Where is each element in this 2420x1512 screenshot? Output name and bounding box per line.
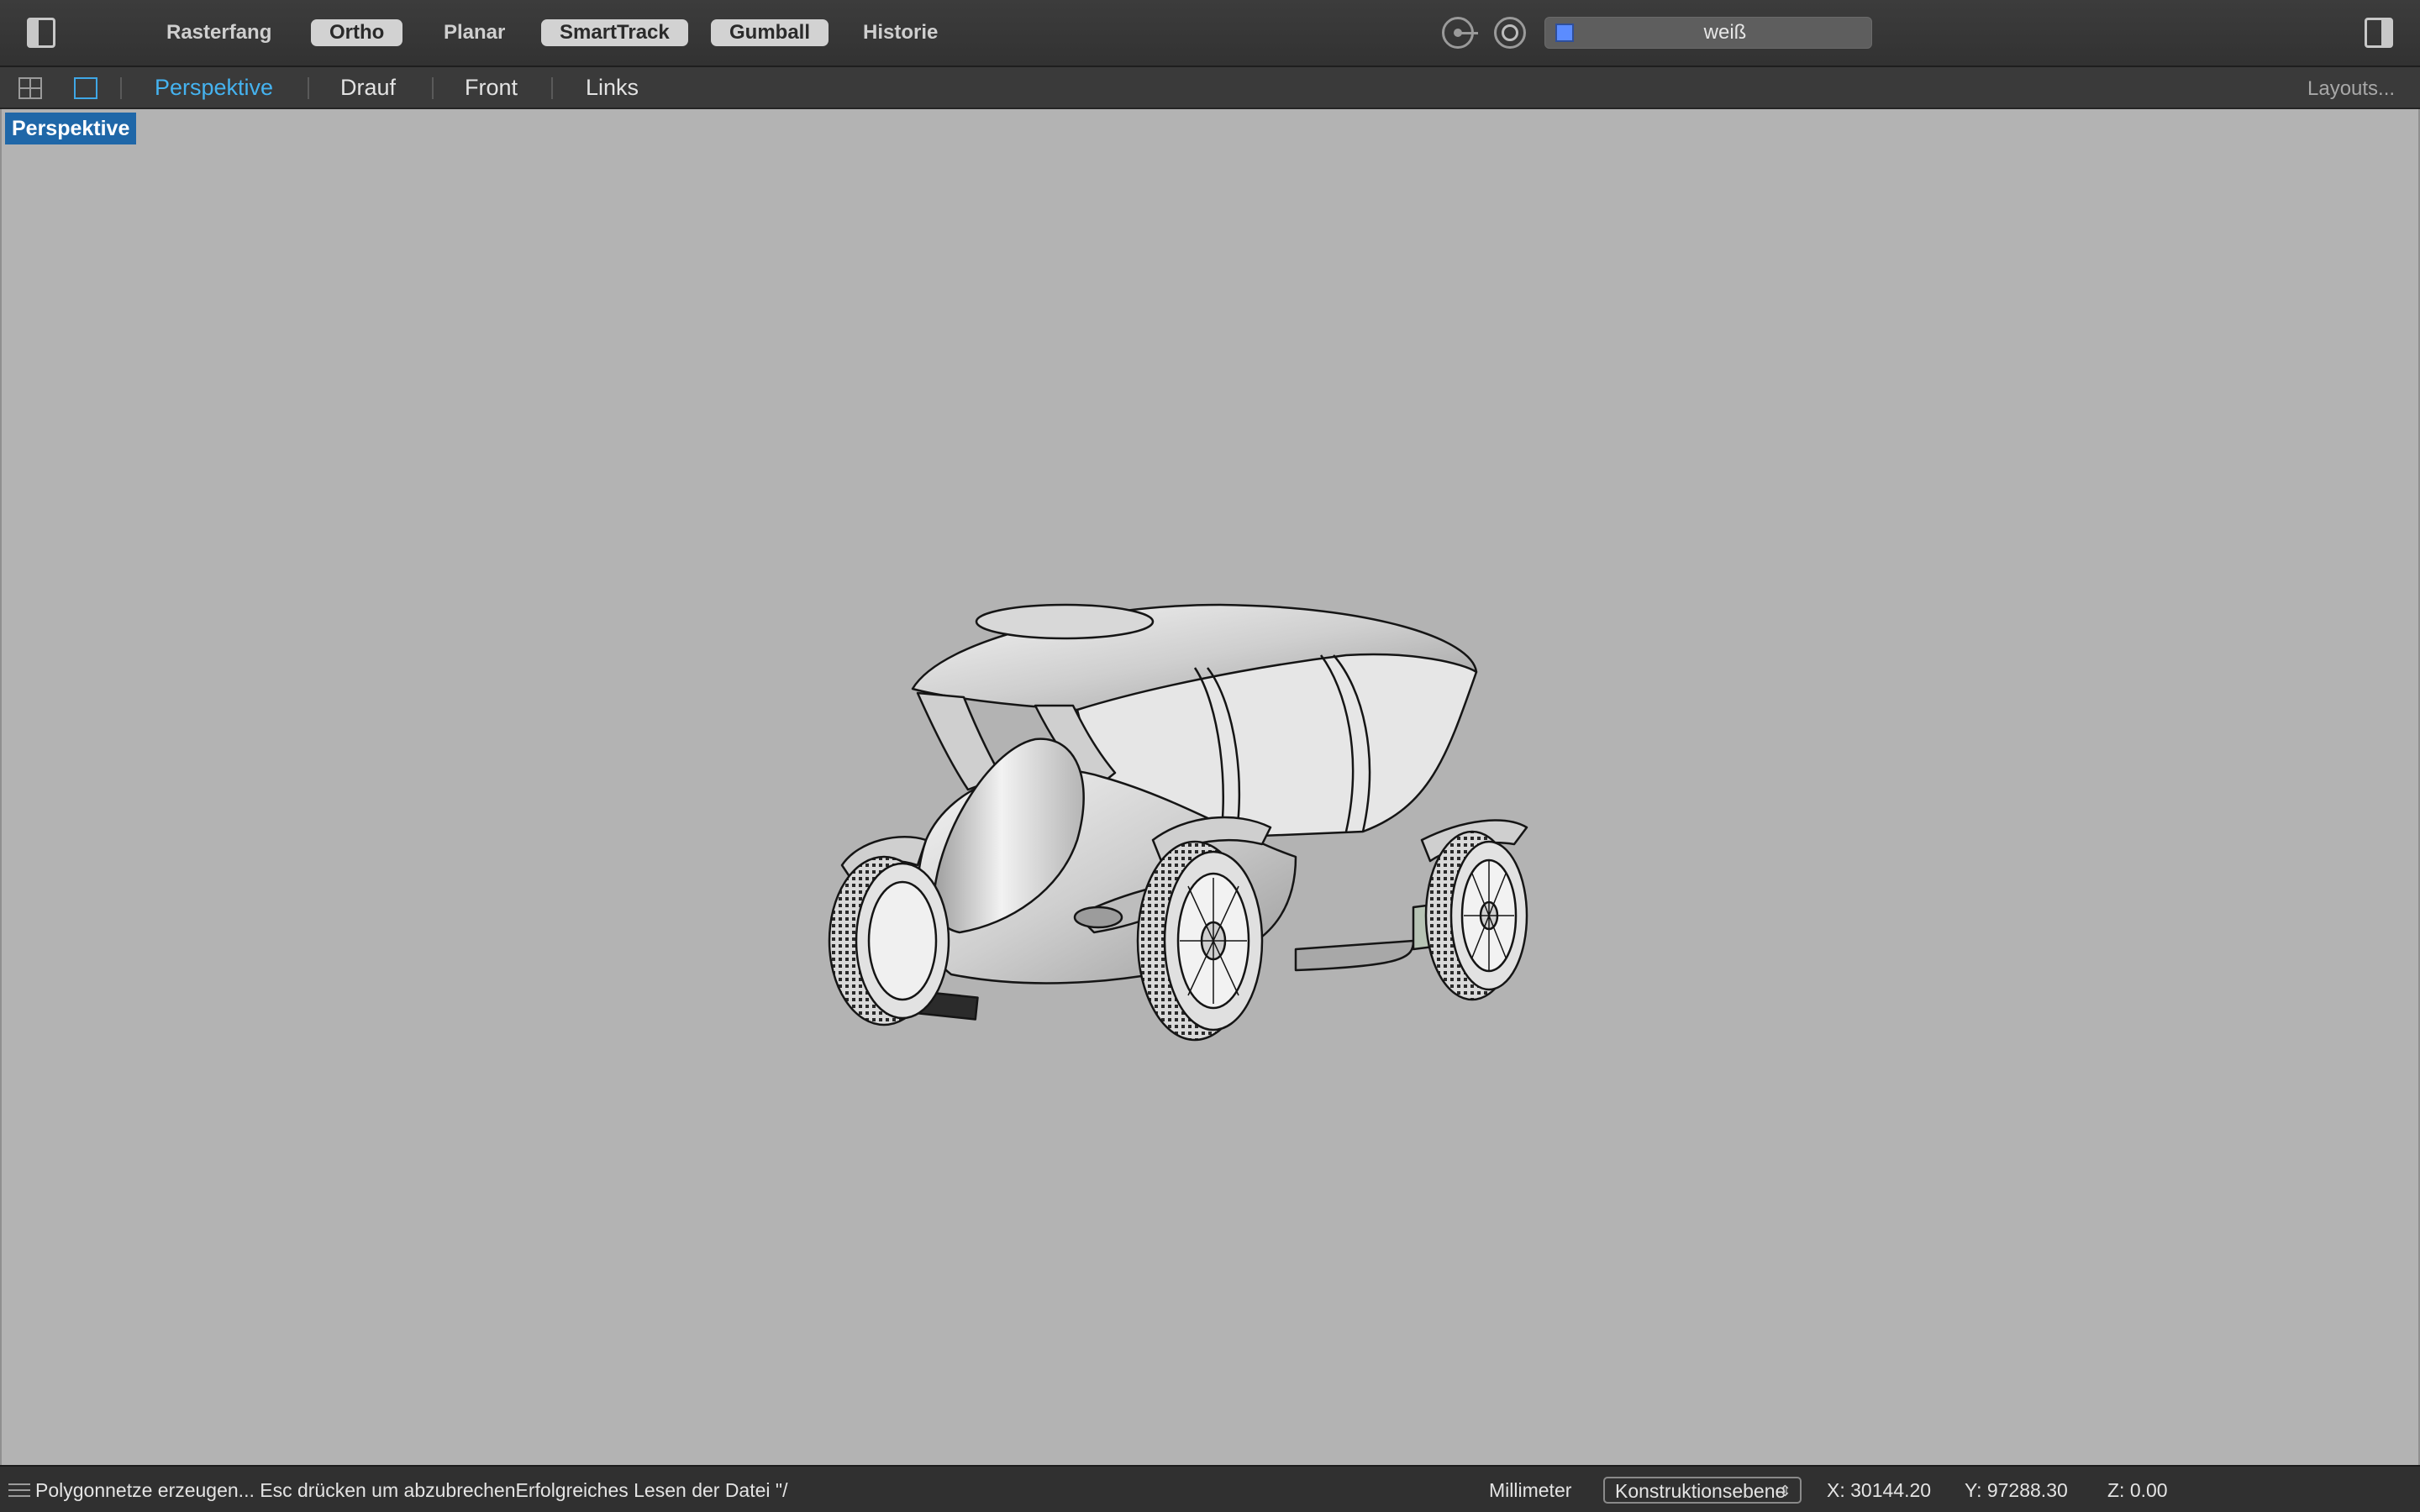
record-history-icon[interactable] bbox=[1494, 17, 1526, 49]
units-label[interactable]: Millimeter bbox=[1489, 1477, 1571, 1504]
status-bar: Polygonnetze erzeugen... Esc drücken um … bbox=[0, 1465, 2420, 1512]
four-viewports-icon[interactable] bbox=[18, 77, 42, 99]
tab-perspektive[interactable]: Perspektive bbox=[155, 74, 273, 101]
viewport-tab-bar: Perspektive Drauf Front Links Layouts... bbox=[0, 67, 2420, 109]
right-panel-toggle-icon[interactable] bbox=[2365, 18, 2393, 48]
command-history-icon[interactable] bbox=[8, 1483, 30, 1499]
command-prompt-message: Polygonnetze erzeugen... Esc drücken um … bbox=[35, 1479, 788, 1501]
layouts-button[interactable]: Layouts... bbox=[2307, 76, 2395, 102]
mode-smarttrack-button[interactable]: SmartTrack bbox=[541, 19, 688, 46]
tab-divider bbox=[551, 77, 553, 99]
single-viewport-icon[interactable] bbox=[74, 77, 97, 99]
coord-z: Z: 0.00 bbox=[2107, 1479, 2168, 1501]
mode-ortho-button[interactable]: Ortho bbox=[311, 19, 403, 46]
left-panel-toggle-icon[interactable] bbox=[27, 18, 55, 48]
layer-color-swatch bbox=[1555, 24, 1574, 42]
tab-divider bbox=[308, 77, 309, 99]
mode-rasterfang-button[interactable]: Rasterfang bbox=[148, 19, 290, 46]
perspective-viewport[interactable]: Perspektive bbox=[0, 109, 2420, 1465]
mode-historie-button[interactable]: Historie bbox=[844, 19, 956, 46]
cplane-label: Konstruktionsebene bbox=[1615, 1480, 1786, 1502]
layer-selector[interactable]: weiß bbox=[1544, 17, 1872, 49]
coord-x: X: 30144.20 bbox=[1827, 1479, 1932, 1501]
top-toolbar: Rasterfang Ortho Planar SmartTrack Gumba… bbox=[0, 0, 2420, 67]
coord-y: Y: 97288.30 bbox=[1965, 1479, 2068, 1501]
chevron-updown-icon: ⇕ bbox=[1778, 1483, 1791, 1499]
cplane-selector[interactable]: Konstruktionsebene ⇕ bbox=[1603, 1477, 1802, 1504]
tab-drauf[interactable]: Drauf bbox=[340, 74, 396, 101]
viewport-title-label[interactable]: Perspektive bbox=[5, 113, 137, 144]
mode-gumball-button[interactable]: Gumball bbox=[711, 19, 829, 46]
tab-divider bbox=[432, 77, 434, 99]
car-model-render[interactable] bbox=[825, 588, 1565, 1075]
tab-front[interactable]: Front bbox=[465, 74, 518, 101]
tab-links[interactable]: Links bbox=[586, 74, 639, 101]
layer-name: weiß bbox=[1703, 21, 1747, 44]
tab-divider bbox=[120, 77, 122, 99]
osnap-icon[interactable] bbox=[1442, 17, 1478, 49]
mode-planar-button[interactable]: Planar bbox=[425, 19, 523, 46]
